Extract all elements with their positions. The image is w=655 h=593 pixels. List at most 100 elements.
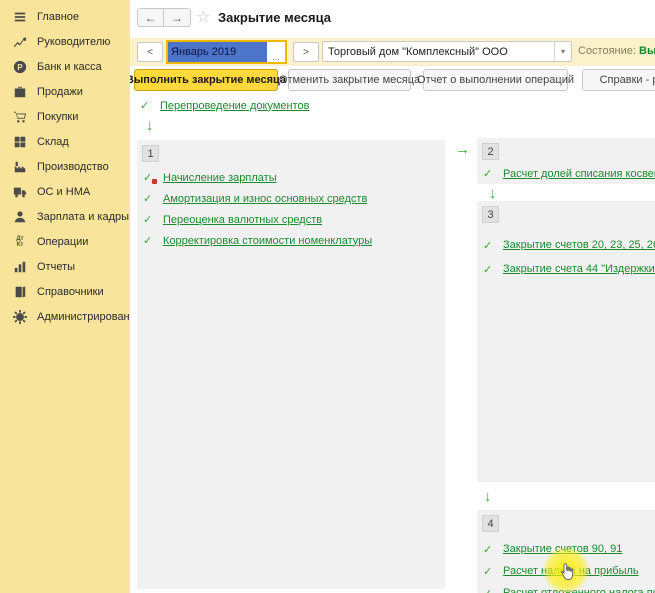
operation-link[interactable]: Закрытие счетов 90, 91 — [503, 543, 622, 555]
status-text: Состояние: Выполнено — [578, 45, 655, 57]
gear-icon — [12, 309, 28, 325]
company-select[interactable]: Торговый дом "Комплексный" ООО ▾ — [322, 41, 572, 62]
check-icon: ✓ — [143, 192, 155, 205]
back-button[interactable]: ← — [137, 8, 164, 27]
period-toolbar: < Январь 2019 ... > Торговый дом "Компле… — [130, 38, 655, 66]
check-icon: ✓ — [483, 167, 495, 180]
perform-closing-button[interactable]: Выполнить закрытие месяца — [134, 69, 278, 91]
boxes-icon — [12, 134, 28, 150]
check-icon: ✓ — [483, 239, 495, 252]
operation-row: ✓ Начисление зарплаты — [137, 167, 445, 188]
check-icon: ✓ — [140, 99, 152, 112]
sidebar-item-fixed-assets[interactable]: ОС и НМА — [0, 179, 130, 204]
briefcase-icon — [12, 84, 28, 100]
cart-icon — [12, 109, 28, 125]
operation-link[interactable]: Переоценка валютных средств — [163, 214, 322, 226]
stage-number-badge: 1 — [142, 145, 159, 162]
form-header: ← → ☆ Закрытие месяца — [130, 0, 655, 38]
stage-number-badge: 4 — [482, 515, 499, 532]
closing-flow: ✓ Перепроведение документов ↓ 1 ✓ Начисл… — [130, 94, 655, 593]
right-arrow-icon: → — [455, 143, 470, 157]
operation-link[interactable]: Закрытие счетов 20, 23, 25, 26 — [503, 239, 655, 251]
references-calculations-button[interactable]: Справки - расчеты — [582, 69, 655, 91]
forward-button[interactable]: → — [164, 8, 191, 27]
sidebar-item-label: Производство — [37, 161, 109, 173]
prev-period-button[interactable]: < — [137, 42, 163, 62]
check-icon: ✓ — [483, 263, 495, 276]
sidebar-item-label: Главное — [37, 11, 79, 23]
operation-link[interactable]: Начисление зарплаты — [163, 172, 277, 184]
stage-3-panel: 3 ✓ Закрытие счетов 20, 23, 25, 26 ✓ Зак… — [477, 201, 655, 482]
stage-1-panel: 1 ✓ Начисление зарплаты ✓ Амортизация и … — [137, 140, 445, 589]
sidebar-item-directories[interactable]: Справочники — [0, 279, 130, 304]
sidebar-item-salary-hr[interactable]: Зарплата и кадры — [0, 204, 130, 229]
chevron-down-icon[interactable]: ▾ — [554, 42, 571, 61]
stage-2-panel: 2 ✓ Расчет долей списания косвенных расх… — [477, 138, 655, 184]
sidebar-item-label: Покупки — [37, 111, 78, 123]
operation-link[interactable]: Расчет налога на прибыль — [503, 565, 639, 577]
person-icon — [12, 209, 28, 225]
operation-row: ✓ Переоценка валютных средств — [137, 209, 445, 230]
stage-number-badge: 3 — [482, 206, 499, 223]
sidebar-item-sales[interactable]: Продажи — [0, 79, 130, 104]
check-icon: ✓ — [143, 213, 155, 226]
operation-row: ✓ Расчет отложенного налога по ПБУ 18 — [477, 582, 655, 593]
sidebar-item-operations[interactable]: ДтКт Операции — [0, 229, 130, 254]
operation-link[interactable]: Корректировка стоимости номенклатуры — [163, 235, 372, 247]
sidebar-item-label: Продажи — [37, 86, 83, 98]
sidebar-item-administration[interactable]: Администрирование — [0, 304, 130, 329]
main-area: ← → ☆ Закрытие месяца < Январь 2019 ... … — [130, 0, 655, 593]
period-picker-button[interactable]: ... — [267, 42, 285, 62]
sidebar-item-manager[interactable]: Руководителю — [0, 29, 130, 54]
sidebar-item-purchases[interactable]: Покупки — [0, 104, 130, 129]
operation-row: ✓ Закрытие счета 44 "Издержки обращения" — [477, 257, 655, 281]
dt-kt-icon: ДтКт — [12, 234, 28, 250]
operation-link[interactable]: Закрытие счета 44 "Издержки обращения" — [503, 263, 655, 275]
operation-row: ✓ Расчет налога на прибыль — [477, 560, 655, 582]
menu-icon — [12, 9, 28, 25]
svg-text:Р: Р — [17, 63, 22, 72]
bar-chart-icon — [12, 259, 28, 275]
history-nav: ← → — [137, 8, 191, 27]
stage-number-badge: 2 — [482, 143, 499, 160]
sidebar-item-main[interactable]: Главное — [0, 4, 130, 29]
operation-row: ✓ Расчет долей списания косвенных расход… — [477, 163, 655, 184]
down-arrow-icon: ↓ — [146, 119, 154, 133]
reposting-link[interactable]: Перепроведение документов — [160, 100, 309, 112]
sidebar-item-label: Банк и касса — [37, 61, 102, 73]
sidebar-item-reports[interactable]: Отчеты — [0, 254, 130, 279]
check-edited-icon: ✓ — [143, 171, 155, 184]
operations-report-button[interactable]: Отчет о выполнении операций — [423, 69, 568, 91]
operation-row: ✓ Закрытие счетов 20, 23, 25, 26 — [477, 233, 655, 257]
sidebar-item-warehouse[interactable]: Склад — [0, 129, 130, 154]
sidebar-item-label: Операции — [37, 236, 88, 248]
sidebar-item-label: Склад — [37, 136, 69, 148]
sidebar-item-bank[interactable]: Р Банк и касса — [0, 54, 130, 79]
status-badge: Выполнено — [639, 45, 655, 57]
favorite-star-icon[interactable]: ☆ — [196, 7, 210, 27]
reposting-row: ✓ Перепроведение документов — [140, 99, 309, 112]
stage-4-panel: 4 ✓ Закрытие счетов 90, 91 ✓ Расчет нало… — [477, 510, 655, 593]
ruble-circle-icon: Р — [12, 59, 28, 75]
down-arrow-icon: ↓ — [489, 187, 497, 201]
check-icon: ✓ — [483, 543, 495, 556]
sidebar-item-production[interactable]: Производство — [0, 154, 130, 179]
operation-row: ✓ Закрытие счетов 90, 91 — [477, 538, 655, 560]
operation-row: ✓ Амортизация и износ основных средств — [137, 188, 445, 209]
operation-link[interactable]: Расчет долей списания косвенных расходов — [503, 168, 655, 180]
next-period-button[interactable]: > — [293, 42, 319, 62]
status-label: Состояние: — [578, 45, 636, 57]
operation-link[interactable]: Амортизация и износ основных средств — [163, 193, 367, 205]
sidebar-item-label: Администрирование — [37, 311, 142, 323]
truck-icon — [12, 184, 28, 200]
period-field[interactable]: Январь 2019 ... — [166, 40, 287, 64]
cancel-closing-button[interactable]: Отменить закрытие месяца — [288, 69, 411, 91]
company-value: Торговый дом "Комплексный" ООО — [323, 46, 554, 58]
factory-icon — [12, 159, 28, 175]
down-arrow-icon: ↓ — [484, 490, 492, 504]
operation-link[interactable]: Расчет отложенного налога по ПБУ 18 — [503, 587, 655, 593]
sidebar-item-label: Руководителю — [37, 36, 110, 48]
sidebar: Главное Руководителю Р Банк и касса Прод… — [0, 0, 130, 593]
period-value[interactable]: Январь 2019 — [168, 42, 267, 62]
operation-row: ✓ Корректировка стоимости номенклатуры — [137, 230, 445, 251]
